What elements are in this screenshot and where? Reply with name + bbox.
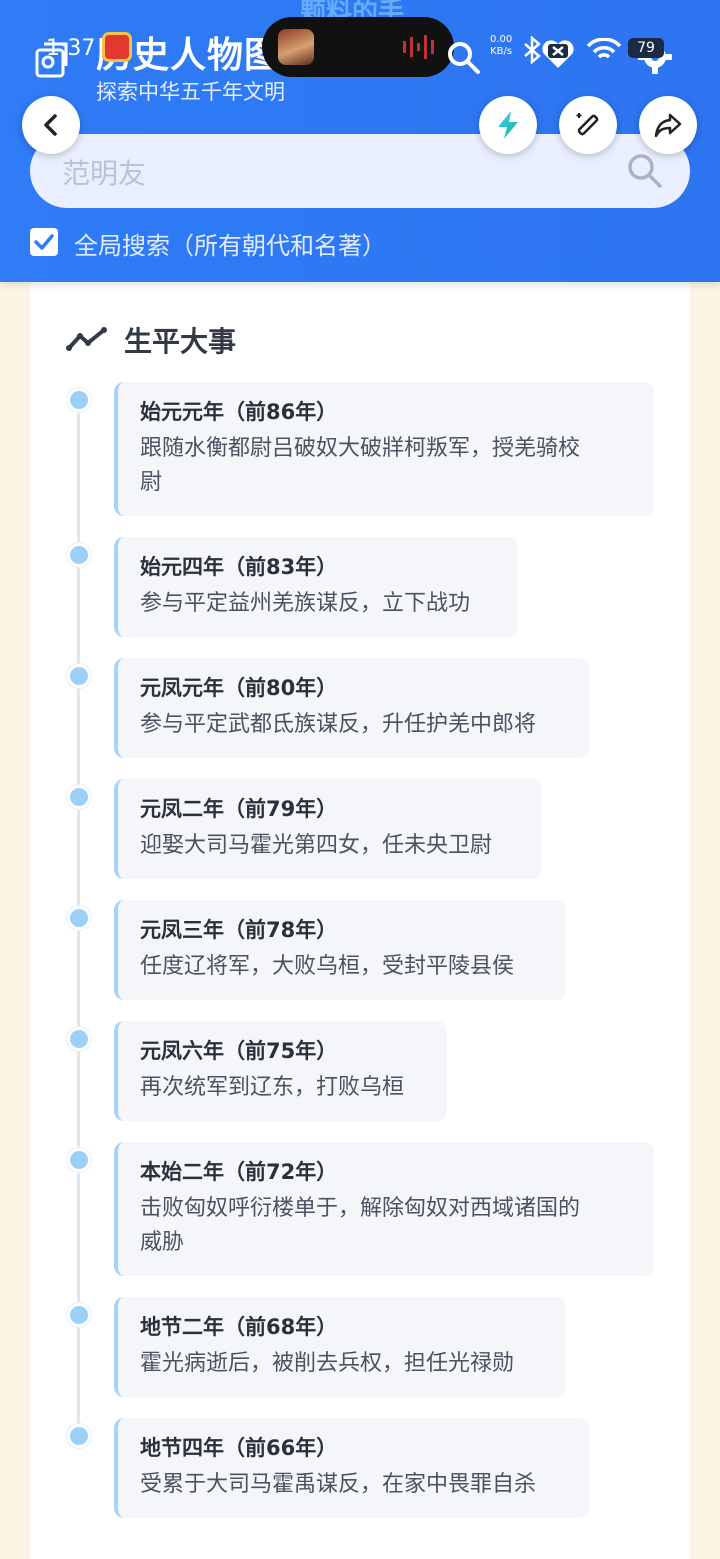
net-speed-value: 0.00 — [490, 34, 513, 45]
quick-action-button[interactable] — [479, 96, 537, 154]
battery-indicator: 79 — [628, 38, 664, 58]
event-year: 地节二年（前68年） — [140, 1315, 338, 1339]
lightning-icon — [498, 111, 518, 139]
status-time: 1:37 — [46, 36, 96, 61]
event-description: 再次统军到辽东，打败乌桓 — [140, 1071, 425, 1105]
event-description-line: 再次统军到辽东，打败乌桓 — [140, 1075, 405, 1100]
app-screen: 生平大事 始元元年（前86年） 跟随水衡都尉吕破奴大破牂柯叛军，授羌骑校尉始元四年… — [0, 0, 720, 1559]
check-mark-icon — [34, 234, 54, 250]
share-button[interactable] — [639, 96, 697, 154]
app-subtitle: 探索中华五千年文明 — [96, 80, 285, 104]
event-description-line: 参与平定武都氐族谋反，升任护羌中郎将 — [140, 712, 537, 737]
timeline-event-card: 地节二年（前68年） 霍光病逝后，被削去兵权，担任光禄勋 — [114, 1297, 566, 1397]
event-description: 参与平定武都氐族谋反，升任护羌中郎将 — [140, 708, 568, 742]
timeline-dot — [67, 1148, 91, 1172]
search-icon[interactable] — [626, 152, 664, 190]
timeline-dot — [67, 388, 91, 412]
event-description: 击败匈奴呼衍楼单于，解除匈奴对西域诸国的 威胁 — [140, 1192, 632, 1260]
search-input[interactable] — [60, 134, 624, 210]
event-year: 地节四年（前66年） — [140, 1436, 338, 1460]
event-description-line: 霍光病逝后，被削去兵权，担任光禄勋 — [140, 1351, 515, 1376]
audio-wave-icon — [403, 35, 434, 59]
timeline-dot — [67, 543, 91, 567]
chevron-left-icon — [44, 114, 57, 136]
event-description: 任度辽将军，大败乌桓，受封平陵县侯 — [140, 950, 544, 984]
event-description: 参与平定益州羌族谋反，立下战功 — [140, 587, 496, 621]
timeline-event-card: 元凤二年（前79年） 迎娶大司马霍光第四女，任未央卫尉 — [114, 779, 542, 879]
dynamic-island — [262, 17, 454, 77]
timeline-dot — [67, 664, 91, 688]
timeline-event-card: 本始二年（前72年） 击败匈奴呼衍楼单于，解除匈奴对西域诸国的 威胁 — [114, 1142, 654, 1276]
global-search-label[interactable]: 全局搜索（所有朝代和名著） — [74, 226, 386, 261]
timeline-event-card: 始元四年（前83年） 参与平定益州羌族谋反，立下战功 — [114, 537, 518, 637]
magic-wand-icon — [576, 113, 599, 136]
event-year: 始元四年（前83年） — [140, 555, 338, 579]
timeline-event-card: 始元元年（前86年） 跟随水衡都尉吕破奴大破牂柯叛军，授羌骑校尉 — [114, 382, 654, 516]
event-description: 迎娶大司马霍光第四女，任未央卫尉 — [140, 829, 520, 863]
event-year: 元凤元年（前80年） — [140, 676, 338, 700]
event-description-line: 任度辽将军，大败乌桓，受封平陵县侯 — [140, 954, 515, 979]
net-speed-unit: KB/s — [490, 46, 513, 57]
wifi-icon — [586, 38, 622, 59]
timeline-event-card: 元凤六年（前75年） 再次统军到辽东，打败乌桓 — [114, 1021, 447, 1121]
event-description-line: 迎娶大司马霍光第四女，任未央卫尉 — [140, 833, 493, 858]
event-year: 元凤六年（前75年） — [140, 1039, 338, 1063]
net-speed: 0.00 KB/s — [490, 34, 512, 58]
event-description: 霍光病逝后，被削去兵权，担任光禄勋 — [140, 1347, 544, 1381]
global-search-checkbox[interactable] — [30, 228, 58, 256]
event-year: 始元元年（前86年） — [140, 400, 338, 424]
favorite-heart-icon[interactable] — [540, 36, 576, 72]
timeline-event-card: 地节四年（前66年） 受累于大司马霍禹谋反，在家中畏罪自杀 — [114, 1418, 590, 1518]
timeline-event-card: 元凤元年（前80年） 参与平定武都氐族谋反，升任护羌中郎将 — [114, 658, 590, 758]
event-description-line: 参与平定益州羌族谋反，立下战功 — [140, 591, 471, 616]
event-description-line: 跟随水衡都尉吕破奴大破牂柯叛军，授羌骑校 — [140, 436, 581, 461]
timeline-dot — [67, 1424, 91, 1448]
timeline-dot — [67, 785, 91, 809]
timeline-event-card: 元凤三年（前78年） 任度辽将军，大败乌桓，受封平陵县侯 — [114, 900, 566, 1000]
magic-wand-button[interactable] — [559, 96, 617, 154]
event-description-line: 受累于大司马霍禹谋反，在家中畏罪自杀 — [140, 1472, 537, 1497]
event-description-line: 威胁 — [140, 1230, 185, 1255]
event-description-line: 尉 — [140, 470, 163, 495]
timeline-dot — [67, 1303, 91, 1327]
event-year: 元凤二年（前79年） — [140, 797, 338, 821]
event-description-line: 击败匈奴呼衍楼单于，解除匈奴对西域诸国的 — [140, 1196, 581, 1221]
brand-badge-icon — [102, 32, 132, 62]
search-icon[interactable] — [446, 40, 482, 76]
trend-line-icon — [66, 327, 107, 351]
event-description: 跟随水衡都尉吕破奴大破牂柯叛军，授羌骑校尉 — [140, 432, 632, 500]
event-year: 本始二年（前72年） — [140, 1160, 338, 1184]
share-arrow-icon — [654, 113, 682, 138]
timeline-dot — [67, 906, 91, 930]
timeline-dot — [67, 1027, 91, 1051]
section-title: 生平大事 — [124, 325, 237, 358]
event-description: 受累于大司马霍禹谋反，在家中畏罪自杀 — [140, 1468, 568, 1502]
event-year: 元凤三年（前78年） — [140, 918, 338, 942]
media-thumbnail — [278, 29, 314, 65]
back-button[interactable] — [22, 96, 80, 154]
